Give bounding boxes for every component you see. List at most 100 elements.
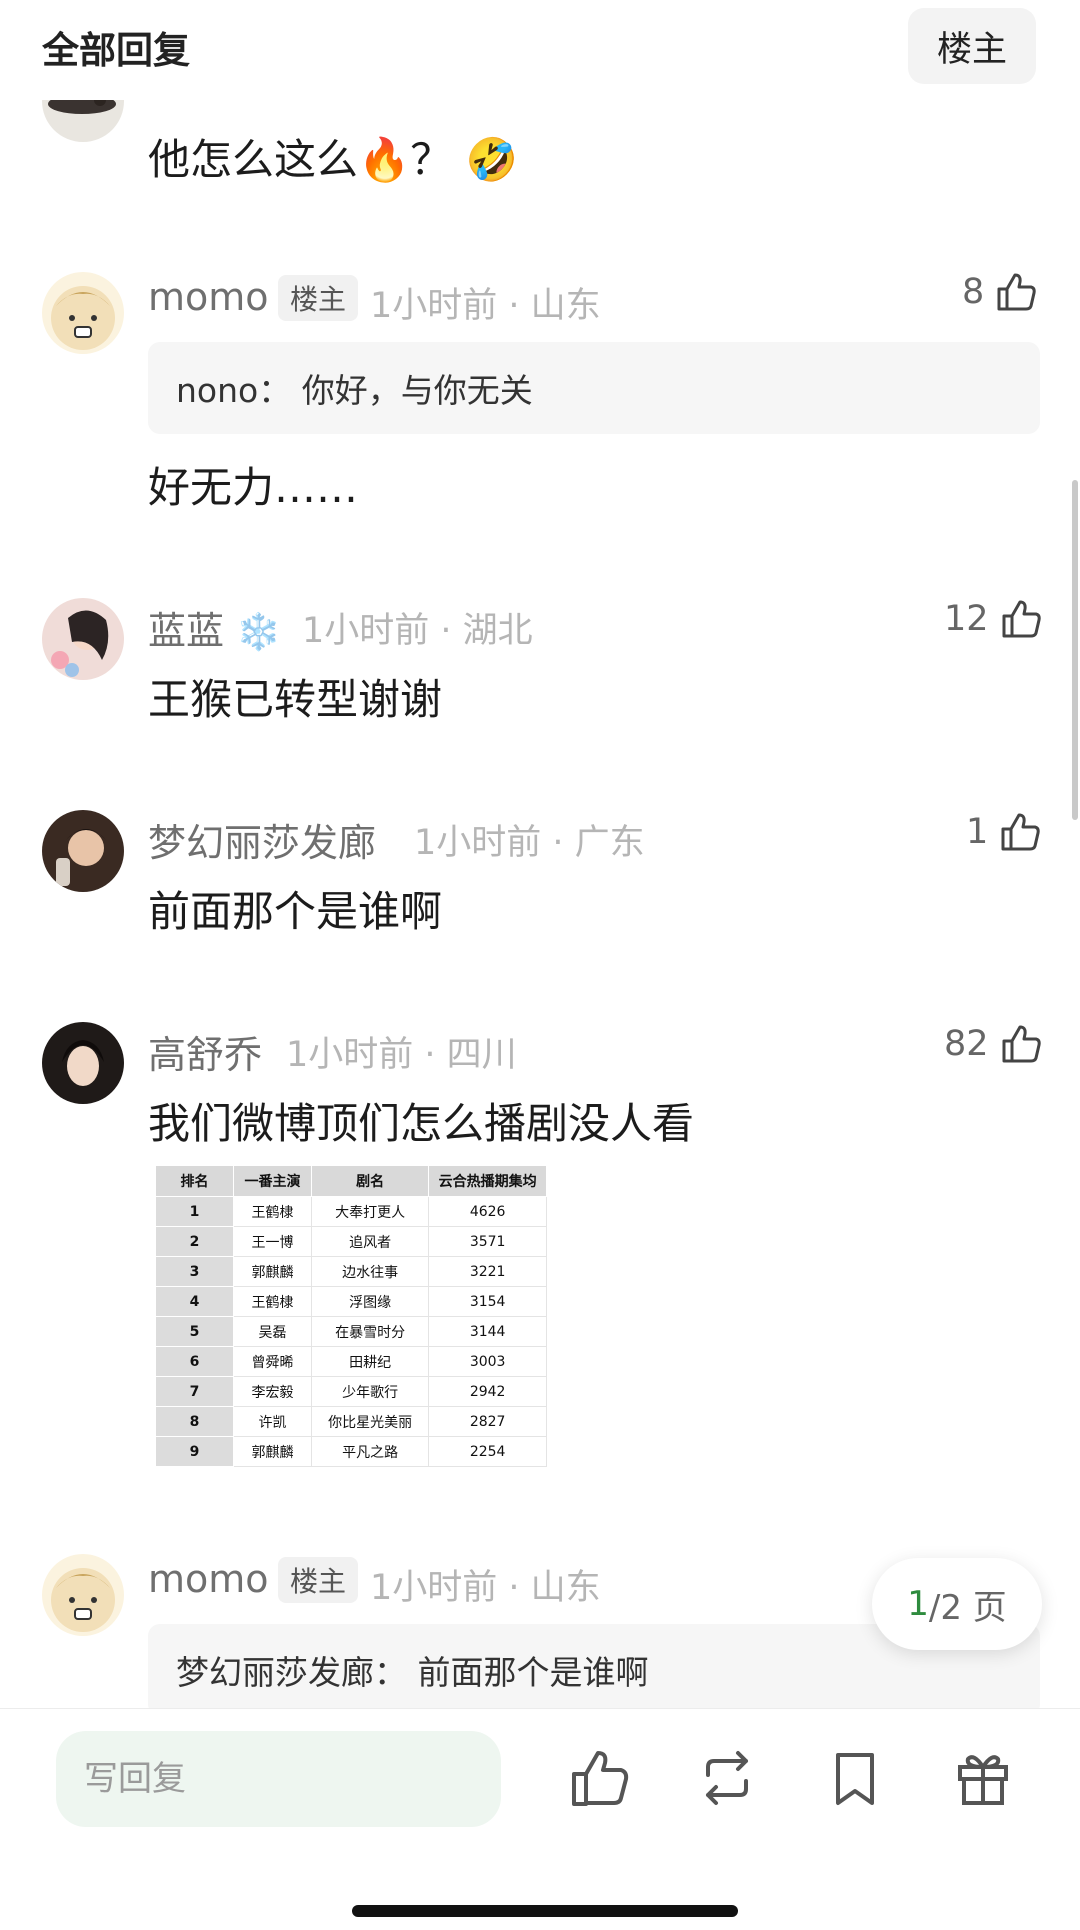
like-control[interactable]: 1 [966, 810, 1042, 854]
table-cell: 李宏毅 [233, 1376, 313, 1407]
comment-text: 前面那个是谁啊 [148, 887, 443, 936]
like-count: 12 [944, 599, 989, 639]
thumbs-up-icon [1002, 1025, 1041, 1063]
table-cell: 3 [155, 1256, 235, 1287]
bookmark-icon[interactable] [822, 1745, 888, 1811]
bottom-action-bar [0, 1708, 1080, 1930]
avatar[interactable] [42, 810, 124, 892]
table-cell: 6 [155, 1346, 235, 1377]
like-control[interactable]: 82 [944, 1022, 1043, 1066]
table-cell: 吴磊 [233, 1316, 313, 1347]
table-cell: 3154 [428, 1286, 547, 1317]
table-cell: 3144 [428, 1316, 547, 1347]
table-cell: 许凯 [233, 1406, 313, 1437]
table-cell: 陈星旭 [233, 1466, 313, 1467]
like-control[interactable]: 8 [962, 270, 1038, 314]
owner-only-filter-button[interactable]: 楼主 [908, 8, 1036, 84]
pagination-indicator[interactable]: 1/2 页 [872, 1558, 1042, 1650]
comment-meta: 1小时前 · 四川 [286, 1035, 517, 1075]
comment-meta: 1小时前 · 广东 [414, 823, 645, 863]
table-row: 6 曾舜晞 田耕纪 3003 [155, 1346, 547, 1377]
avatar[interactable] [42, 272, 124, 354]
table-cell: 边水往事 [311, 1256, 430, 1287]
avatar[interactable] [42, 1022, 124, 1104]
owner-badge: 楼主 [278, 275, 359, 321]
comment-username[interactable]: 高舒乔 [148, 1024, 262, 1079]
table-header: 剧名 [311, 1165, 430, 1197]
ranking-table-image[interactable]: 排名 一番主演 剧名 云合热播期集均 1 王鹤棣 大奉打更人 4626 2 王一博 追风者 3… [155, 1165, 547, 1467]
top-bar: 全部回复 楼主 [0, 0, 1080, 100]
current-page: 1 [907, 1584, 929, 1624]
table-cell: 2942 [428, 1376, 547, 1407]
table-cell: 浮图缘 [311, 1286, 430, 1317]
table-row: 8 许凯 你比星光美丽 2827 [155, 1406, 547, 1437]
table-cell: 2225 [428, 1466, 547, 1467]
comment-meta: 1小时前 · 山东 [370, 1568, 601, 1608]
like-icon[interactable] [566, 1745, 632, 1811]
page-title: 全部回复 [42, 29, 190, 72]
comment-meta: 1小时前 · 山东 [370, 286, 601, 326]
table-cell: 4626 [428, 1196, 547, 1227]
snowflake-icon: ❄️ [236, 612, 281, 653]
repost-icon[interactable] [694, 1745, 760, 1811]
table-cell: 2254 [428, 1436, 547, 1467]
table-row: 3 郭麒麟 边水往事 3221 [155, 1256, 547, 1287]
table-cell: 2827 [428, 1406, 547, 1437]
table-cell: 你比星光美丽 [311, 1406, 430, 1437]
table-cell: 曾舜晞 [233, 1346, 313, 1377]
scrollbar[interactable] [1072, 480, 1078, 820]
table-cell: 郭麒麟 [233, 1436, 313, 1467]
table-cell: 少年歌行 [311, 1376, 430, 1407]
table-cell: 10 [155, 1466, 235, 1467]
table-cell: 大奉打更人 [311, 1196, 430, 1227]
comment-text: 好无力…… [148, 463, 359, 512]
owner-badge: 楼主 [278, 1557, 359, 1603]
table-cell: 3221 [428, 1256, 547, 1287]
like-count: 1 [966, 812, 989, 852]
table-row: 7 李宏毅 少年歌行 2942 [155, 1376, 547, 1407]
comment-username[interactable]: 梦幻丽莎发廊 [148, 812, 376, 867]
page-total: /2 页 [928, 1587, 1007, 1628]
comment-text: 他怎么这么🔥？ 🤣 [148, 135, 518, 184]
table-cell: 9 [155, 1436, 235, 1467]
like-count: 8 [962, 272, 985, 312]
comment-username[interactable]: momo [148, 275, 269, 319]
ranking-table: 排名 一番主演 剧名 云合热播期集均 1 王鹤棣 大奉打更人 4626 2 王一博 追风者 3… [155, 1165, 547, 1467]
table-row: 4 王鹤棣 浮图缘 3154 [155, 1286, 547, 1317]
table-row: 1 王鹤棣 大奉打更人 4626 [155, 1196, 547, 1227]
like-count: 82 [944, 1024, 989, 1064]
thumbs-up-icon [1002, 600, 1041, 638]
table-cell: 在暴雪时分 [311, 1316, 430, 1347]
table-cell: 3003 [428, 1346, 547, 1377]
table-row: 10陈星旭你也有今天2225 [155, 1466, 547, 1467]
reply-input[interactable] [56, 1731, 501, 1827]
table-row: 2 王一博 追风者 3571 [155, 1226, 547, 1257]
gift-icon[interactable] [950, 1745, 1016, 1811]
table-cell: 王鹤棣 [233, 1196, 313, 1227]
table-cell: 平凡之路 [311, 1436, 430, 1467]
quoted-reply[interactable]: nono： 你好，与你无关 [148, 342, 1040, 434]
home-indicator [352, 1905, 738, 1917]
table-header: 云合热播期集均 [428, 1165, 547, 1197]
table-row: 9 郭麒麟 平凡之路 2254 [155, 1436, 547, 1467]
comment-username[interactable]: momo [148, 1557, 269, 1601]
table-cell: 追风者 [311, 1226, 430, 1257]
table-cell: 3571 [428, 1226, 547, 1257]
table-cell: 田耕纪 [311, 1346, 430, 1377]
thumbs-up-icon [997, 273, 1036, 311]
like-control[interactable]: 12 [944, 597, 1043, 641]
comment-username[interactable]: 蓝蓝 ❄️ [148, 600, 281, 655]
table-cell: 5 [155, 1316, 235, 1347]
table-cell: 2 [155, 1226, 235, 1257]
avatar[interactable] [42, 1554, 124, 1636]
table-cell: 郭麒麟 [233, 1256, 313, 1287]
table-cell: 王一博 [233, 1226, 313, 1257]
table-row: 5 吴磊 在暴雪时分 3144 [155, 1316, 547, 1347]
table-cell: 4 [155, 1286, 235, 1317]
table-cell: 你也有今天 [311, 1466, 430, 1467]
table-header: 一番主演 [233, 1165, 313, 1197]
thumbs-up-icon [1001, 813, 1040, 851]
avatar[interactable] [42, 598, 124, 680]
comment-meta: 1小时前 · 湖北 [302, 611, 533, 651]
comment-text: 我们微博顶们怎么播剧没人看 [148, 1099, 695, 1148]
